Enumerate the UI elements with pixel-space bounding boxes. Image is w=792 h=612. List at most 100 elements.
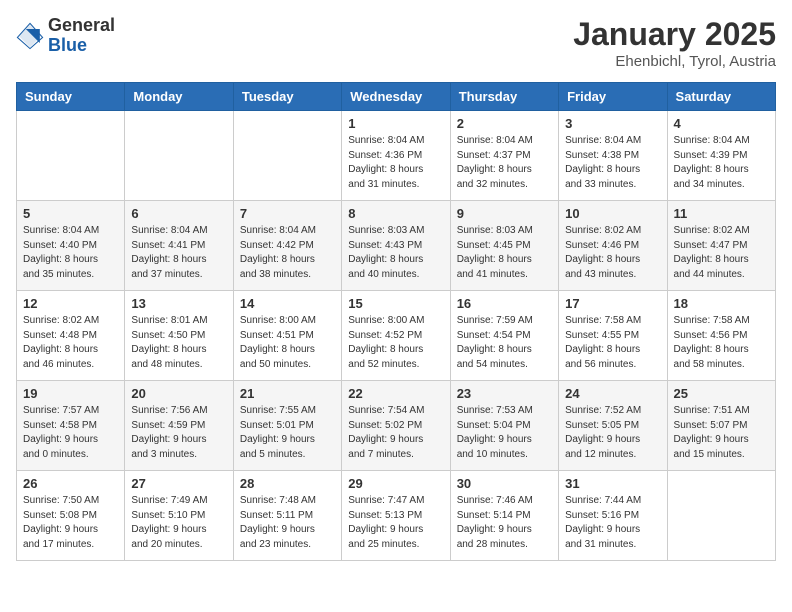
day-number: 26 <box>23 476 118 491</box>
calendar-cell: 27 Sunrise: 7:49 AM Sunset: 5:10 PM Dayli… <box>125 471 233 561</box>
weekday-header: Saturday <box>667 83 775 111</box>
weekday-header: Sunday <box>17 83 125 111</box>
day-info: Sunrise: 8:02 AM Sunset: 4:47 PM Dayligh… <box>674 224 769 282</box>
day-number: 22 <box>348 386 443 401</box>
day-number: 12 <box>23 296 118 311</box>
day-info: Sunrise: 8:04 AM Sunset: 4:36 PM Dayligh… <box>348 134 443 192</box>
day-info: Sunrise: 8:00 AM Sunset: 4:52 PM Dayligh… <box>348 314 443 372</box>
day-number: 3 <box>565 116 660 131</box>
day-number: 15 <box>348 296 443 311</box>
day-number: 31 <box>565 476 660 491</box>
calendar-cell: 22 Sunrise: 7:54 AM Sunset: 5:02 PM Dayli… <box>342 381 450 471</box>
calendar-cell: 5Sunrise: 8:04 AM Sunset: 4:40 PM Daylig… <box>17 201 125 291</box>
calendar-cell: 3 Sunrise: 8:04 AM Sunset: 4:38 PM Daylig… <box>559 111 667 201</box>
day-number: 2 <box>457 116 552 131</box>
weekday-header: Friday <box>559 83 667 111</box>
weekday-header: Thursday <box>450 83 558 111</box>
title-block: January 2025 Ehenbichl, Tyrol, Austria <box>573 16 776 70</box>
day-info: Sunrise: 7:54 AM Sunset: 5:02 PM Dayligh… <box>348 404 443 462</box>
calendar-cell: 4 Sunrise: 8:04 AM Sunset: 4:39 PM Daylig… <box>667 111 775 201</box>
day-number: 21 <box>240 386 335 401</box>
calendar-cell <box>125 111 233 201</box>
day-info: Sunrise: 7:53 AM Sunset: 5:04 PM Dayligh… <box>457 404 552 462</box>
day-number: 13 <box>131 296 226 311</box>
day-number: 25 <box>674 386 769 401</box>
calendar-cell: 29 Sunrise: 7:47 AM Sunset: 5:13 PM Dayli… <box>342 471 450 561</box>
day-number: 16 <box>457 296 552 311</box>
logo-icon <box>16 22 44 50</box>
day-number: 9 <box>457 206 552 221</box>
calendar-cell: 31 Sunrise: 7:44 AM Sunset: 5:16 PM Dayli… <box>559 471 667 561</box>
calendar-cell: 21 Sunrise: 7:55 AM Sunset: 5:01 PM Dayli… <box>233 381 341 471</box>
calendar-cell: 11Sunrise: 8:02 AM Sunset: 4:47 PM Dayli… <box>667 201 775 291</box>
day-info: Sunrise: 7:47 AM Sunset: 5:13 PM Dayligh… <box>348 494 443 552</box>
calendar-week-row: 26 Sunrise: 7:50 AM Sunset: 5:08 PM Dayli… <box>17 471 776 561</box>
day-number: 23 <box>457 386 552 401</box>
calendar-cell <box>17 111 125 201</box>
day-number: 14 <box>240 296 335 311</box>
day-number: 18 <box>674 296 769 311</box>
calendar-cell: 16 Sunrise: 7:59 AM Sunset: 4:54 PM Dayli… <box>450 291 558 381</box>
weekday-header: Monday <box>125 83 233 111</box>
day-number: 10 <box>565 206 660 221</box>
weekday-header: Tuesday <box>233 83 341 111</box>
day-info: Sunrise: 8:03 AM Sunset: 4:45 PM Dayligh… <box>457 224 552 282</box>
calendar-cell: 26 Sunrise: 7:50 AM Sunset: 5:08 PM Dayli… <box>17 471 125 561</box>
day-info: Sunrise: 7:46 AM Sunset: 5:14 PM Dayligh… <box>457 494 552 552</box>
logo-text: General Blue <box>48 16 115 56</box>
calendar-table: SundayMondayTuesdayWednesdayThursdayFrid… <box>16 82 776 561</box>
day-info: Sunrise: 7:57 AM Sunset: 4:58 PM Dayligh… <box>23 404 118 462</box>
day-info: Sunrise: 8:04 AM Sunset: 4:40 PM Dayligh… <box>23 224 118 282</box>
calendar-cell: 7Sunrise: 8:04 AM Sunset: 4:42 PM Daylig… <box>233 201 341 291</box>
calendar-cell: 18 Sunrise: 7:58 AM Sunset: 4:56 PM Dayli… <box>667 291 775 381</box>
calendar-week-row: 1 Sunrise: 8:04 AM Sunset: 4:36 PM Daylig… <box>17 111 776 201</box>
day-info: Sunrise: 8:02 AM Sunset: 4:46 PM Dayligh… <box>565 224 660 282</box>
location: Ehenbichl, Tyrol, Austria <box>573 53 776 70</box>
day-number: 4 <box>674 116 769 131</box>
day-info: Sunrise: 7:58 AM Sunset: 4:55 PM Dayligh… <box>565 314 660 372</box>
day-info: Sunrise: 8:04 AM Sunset: 4:38 PM Dayligh… <box>565 134 660 192</box>
day-info: Sunrise: 7:48 AM Sunset: 5:11 PM Dayligh… <box>240 494 335 552</box>
day-number: 28 <box>240 476 335 491</box>
calendar-cell: 13Sunrise: 8:01 AM Sunset: 4:50 PM Dayli… <box>125 291 233 381</box>
day-info: Sunrise: 7:44 AM Sunset: 5:16 PM Dayligh… <box>565 494 660 552</box>
calendar-cell: 24Sunrise: 7:52 AM Sunset: 5:05 PM Dayli… <box>559 381 667 471</box>
calendar-cell <box>233 111 341 201</box>
calendar-cell: 6Sunrise: 8:04 AM Sunset: 4:41 PM Daylig… <box>125 201 233 291</box>
calendar-cell: 9 Sunrise: 8:03 AM Sunset: 4:45 PM Daylig… <box>450 201 558 291</box>
calendar-cell: 12 Sunrise: 8:02 AM Sunset: 4:48 PM Dayli… <box>17 291 125 381</box>
calendar-cell: 30Sunrise: 7:46 AM Sunset: 5:14 PM Dayli… <box>450 471 558 561</box>
day-info: Sunrise: 7:51 AM Sunset: 5:07 PM Dayligh… <box>674 404 769 462</box>
day-info: Sunrise: 7:50 AM Sunset: 5:08 PM Dayligh… <box>23 494 118 552</box>
day-info: Sunrise: 8:02 AM Sunset: 4:48 PM Dayligh… <box>23 314 118 372</box>
month-title: January 2025 <box>573 16 776 53</box>
page-header: General Blue January 2025 Ehenbichl, Tyr… <box>16 16 776 70</box>
day-info: Sunrise: 8:03 AM Sunset: 4:43 PM Dayligh… <box>348 224 443 282</box>
calendar-cell: 19 Sunrise: 7:57 AM Sunset: 4:58 PM Dayli… <box>17 381 125 471</box>
calendar-cell: 15 Sunrise: 8:00 AM Sunset: 4:52 PM Dayli… <box>342 291 450 381</box>
calendar-cell: 10 Sunrise: 8:02 AM Sunset: 4:46 PM Dayli… <box>559 201 667 291</box>
day-info: Sunrise: 8:04 AM Sunset: 4:41 PM Dayligh… <box>131 224 226 282</box>
day-info: Sunrise: 8:04 AM Sunset: 4:37 PM Dayligh… <box>457 134 552 192</box>
day-number: 20 <box>131 386 226 401</box>
calendar-week-row: 19 Sunrise: 7:57 AM Sunset: 4:58 PM Dayli… <box>17 381 776 471</box>
day-info: Sunrise: 8:04 AM Sunset: 4:39 PM Dayligh… <box>674 134 769 192</box>
calendar-cell: 8 Sunrise: 8:03 AM Sunset: 4:43 PM Daylig… <box>342 201 450 291</box>
day-info: Sunrise: 7:49 AM Sunset: 5:10 PM Dayligh… <box>131 494 226 552</box>
day-number: 19 <box>23 386 118 401</box>
day-info: Sunrise: 7:58 AM Sunset: 4:56 PM Dayligh… <box>674 314 769 372</box>
day-number: 8 <box>348 206 443 221</box>
day-info: Sunrise: 7:55 AM Sunset: 5:01 PM Dayligh… <box>240 404 335 462</box>
day-info: Sunrise: 7:52 AM Sunset: 5:05 PM Dayligh… <box>565 404 660 462</box>
calendar-cell: 14 Sunrise: 8:00 AM Sunset: 4:51 PM Dayli… <box>233 291 341 381</box>
day-number: 1 <box>348 116 443 131</box>
day-info: Sunrise: 7:56 AM Sunset: 4:59 PM Dayligh… <box>131 404 226 462</box>
day-number: 29 <box>348 476 443 491</box>
logo: General Blue <box>16 16 115 56</box>
day-info: Sunrise: 8:00 AM Sunset: 4:51 PM Dayligh… <box>240 314 335 372</box>
calendar-cell: 17Sunrise: 7:58 AM Sunset: 4:55 PM Dayli… <box>559 291 667 381</box>
calendar-cell: 25 Sunrise: 7:51 AM Sunset: 5:07 PM Dayli… <box>667 381 775 471</box>
day-info: Sunrise: 7:59 AM Sunset: 4:54 PM Dayligh… <box>457 314 552 372</box>
day-number: 27 <box>131 476 226 491</box>
calendar-cell: 23 Sunrise: 7:53 AM Sunset: 5:04 PM Dayli… <box>450 381 558 471</box>
